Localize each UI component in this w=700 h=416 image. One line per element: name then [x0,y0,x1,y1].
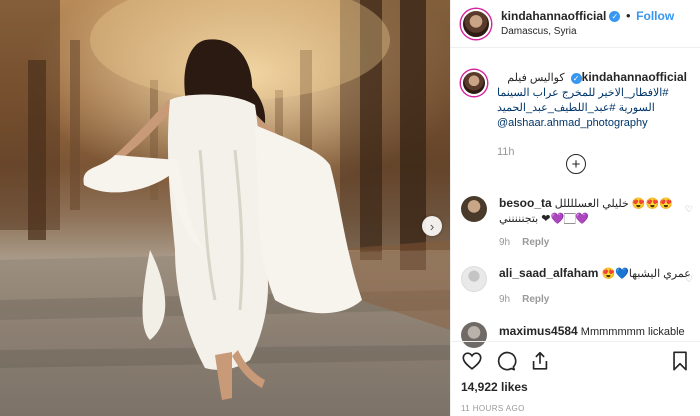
caption-line-1: كواليس فيلم [507,72,565,84]
commenter-username[interactable]: ali_saad_alfaham [499,266,598,280]
heart-icon[interactable] [461,350,483,372]
comment-icon[interactable] [495,350,517,372]
follow-button[interactable]: Follow [636,9,674,23]
commenter-username[interactable]: maximus4584 [499,324,578,338]
caption-username[interactable]: kindahannaofficial [582,70,687,84]
post-header: kindahannaofficial ✓ • Follow Damascus, S… [451,0,700,48]
caption-time[interactable]: 11h [497,145,687,160]
instagram-post: › kindahannaofficial ✓ • Follow Damascus,… [0,0,700,416]
comment-text-1a: 😍😍😍 خليلي العسللللل [554,198,673,210]
post-actions: 14,922 likes 11 HOURS AGO [451,341,700,413]
verified-badge-icon: ✓ [609,11,621,23]
like-comment-icon[interactable]: ♡ [685,274,693,285]
commenter-avatar[interactable] [461,196,487,222]
commenter-avatar[interactable] [461,266,487,292]
author-avatar[interactable] [461,8,491,39]
comment-text: Mmmmmmm lickable [580,326,685,338]
comment-text: عمري اليشبها💙😍 [601,268,691,280]
caption-verified-icon: ✓ [570,72,582,84]
post-photo[interactable]: › [0,0,450,416]
post-timestamp[interactable]: 11 HOURS AGO [461,404,691,413]
reply-button[interactable]: Reply [522,237,549,248]
commenter-username[interactable]: besoo_ta [499,196,552,210]
post-side-panel: kindahannaofficial ✓ • Follow Damascus, S… [450,0,700,416]
likes-count[interactable]: 14,922 likes [461,380,691,394]
comment-item: ali_saad_alfaham عمري اليشبها💙😍 9h Reply … [461,266,693,307]
comment-meta: 9h Reply [499,292,691,307]
comment-text-1b: 💜🏻💜❤ بتجننننني [499,213,589,225]
comment-item: besoo_ta 😍😍😍 خليلي العسللللل 💜🏻💜❤ بتجننن… [461,196,693,250]
caption-avatar[interactable] [461,70,487,96]
caption-mention[interactable]: @alshaar.ahmad_photography [497,116,687,131]
chevron-right-icon: › [429,218,435,234]
load-more-comments-button[interactable]: + [566,154,586,174]
reply-button[interactable]: Reply [522,294,549,305]
photo-illustration [0,0,450,416]
like-comment-icon[interactable]: ♡ [685,204,693,215]
comment-time[interactable]: 9h [499,294,510,305]
caption-line-2[interactable]: #الافطار_الاخير للمخرج عراب السينما [497,86,687,101]
separator-dot: • [625,8,631,23]
post-caption: kindahannaofficial✓ كواليس فيلم #الافطار… [451,48,700,160]
bookmark-icon[interactable] [669,350,691,372]
location-link[interactable]: Damascus, Syria [501,24,674,39]
next-photo-button[interactable]: › [422,216,442,236]
share-icon[interactable] [529,350,551,372]
caption-line-3[interactable]: السورية #عبد_اللطيف_عبد_الحميد [497,101,687,116]
author-username[interactable]: kindahannaofficial [501,9,606,23]
comment-meta: 9h Reply [499,235,673,250]
plus-circle-icon: + [571,155,581,173]
comment-time[interactable]: 9h [499,237,510,248]
